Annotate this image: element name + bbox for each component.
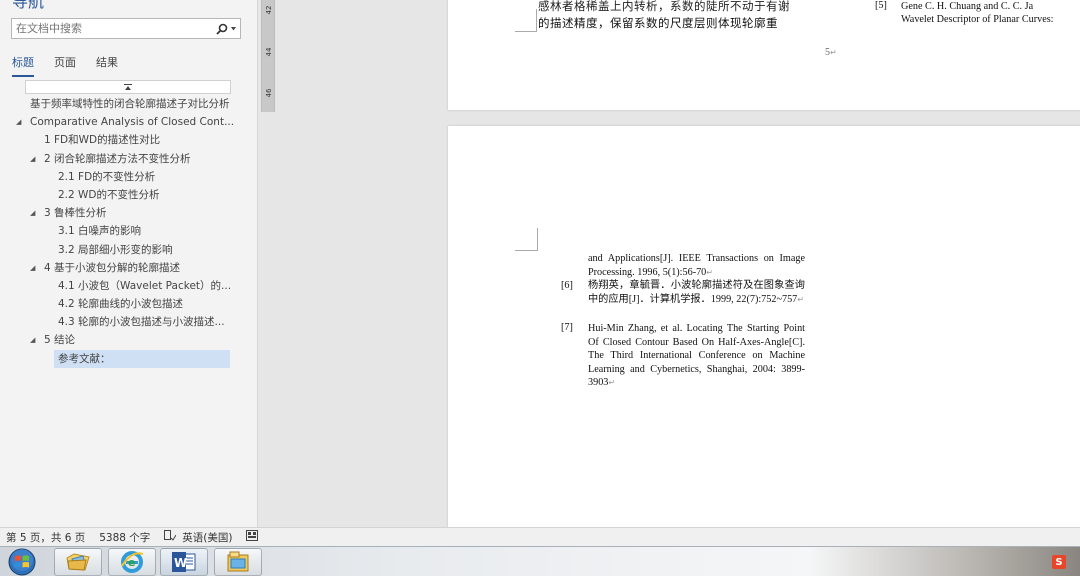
- expand-toggle-icon[interactable]: ◢: [30, 204, 38, 222]
- margin-corner-mark: [515, 228, 538, 251]
- heading-item[interactable]: 基于频率域特性的闭合轮廓描述子对比分析: [0, 95, 257, 113]
- taskbar: e W S: [0, 546, 1080, 576]
- taskbar-explorer-button[interactable]: [54, 548, 102, 576]
- tab-results[interactable]: 结果: [96, 54, 118, 77]
- expand-toggle-icon[interactable]: ◢: [16, 113, 24, 131]
- heading-item[interactable]: 2.2 WD的不变性分析: [0, 186, 257, 204]
- ime-indicator-icon[interactable]: S: [1052, 555, 1066, 569]
- heading-label: 参考文献：: [54, 349, 230, 368]
- body-text-line: 的描述精度，保留系数的尺度层则体现轮廓重: [538, 16, 778, 30]
- nav-tabs: 标题 页面 结果: [12, 54, 118, 77]
- document-area[interactable]: 感林者格稀盖上内转析，系数的陡所不动于有谢 的描述精度，保留系数的尺度层则体现轮…: [276, 0, 1080, 527]
- heading-label: 4.2 轮廓曲线的小波包描述: [58, 298, 184, 311]
- heading-item[interactable]: 3.1 白噪声的影响: [0, 222, 257, 240]
- page-number: 5↵: [825, 47, 837, 58]
- heading-item[interactable]: ◢ 4 基于小波包分解的轮廓描述: [0, 259, 257, 277]
- search-box[interactable]: [11, 18, 241, 39]
- heading-item[interactable]: ◢ 2 闭合轮廓描述方法不变性分析: [0, 150, 257, 168]
- reference-text: and Applications[J]. IEEE Transactions o…: [588, 253, 805, 278]
- nav-title: 导航: [12, 0, 45, 11]
- search-button[interactable]: [212, 19, 240, 38]
- heading-item[interactable]: 4.2 轮廓曲线的小波包描述: [0, 295, 257, 313]
- margin-corner-mark: [515, 9, 537, 32]
- heading-item[interactable]: 3.2 局部细小形变的影响: [0, 241, 257, 259]
- heading-item[interactable]: ◢ 3 鲁棒性分析: [0, 204, 257, 222]
- internet-explorer-icon: e: [121, 551, 144, 573]
- body-text-line: 感林者格稀盖上内转析，系数的陡所不动于有谢: [538, 0, 790, 13]
- reference-text: Gene C. H. Chuang and C. C. Ja: [901, 1, 1034, 12]
- windows-orb-icon: [8, 548, 36, 576]
- ruler-mark: 42: [265, 5, 273, 15]
- heading-label: 2 闭合轮廓描述方法不变性分析: [44, 152, 191, 165]
- reference-text: 杨翔英，章毓晋．小波轮廓描述符及在图象查询中的应用[J]．计算机学报．1999,…: [588, 280, 805, 305]
- search-input[interactable]: [12, 19, 208, 38]
- document-page[interactable]: 感林者格稀盖上内转析，系数的陡所不动于有谢 的描述精度，保留系数的尺度层则体现轮…: [448, 0, 1080, 110]
- status-bar: 第 5 页，共 6 页 5388 个字 英语(美国): [0, 527, 1080, 546]
- heading-item[interactable]: ◢ 5 结论: [0, 331, 257, 349]
- expand-toggle-icon[interactable]: ◢: [30, 259, 38, 277]
- heading-label: Comparative Analysis of Closed Cont...: [30, 116, 235, 129]
- heading-label: 3 鲁棒性分析: [44, 207, 107, 220]
- heading-item[interactable]: 4.1 小波包（Wavelet Packet）的...: [0, 277, 257, 295]
- heading-label: 3.1 白噪声的影响: [58, 225, 142, 238]
- ruler-mark: 46: [265, 88, 273, 98]
- heading-label: 2.1 FD的不变性分析: [58, 170, 156, 183]
- taskbar-file-manager-button[interactable]: [214, 548, 262, 576]
- proofing-icon[interactable]: [164, 530, 177, 544]
- tab-pages[interactable]: 页面: [54, 54, 76, 77]
- heading-label: 1 FD和WD的描述性对比: [44, 134, 161, 147]
- language-indicator[interactable]: 英语(美国): [182, 530, 232, 545]
- heading-label: 基于频率域特性的闭合轮廓描述子对比分析: [30, 98, 230, 110]
- tab-headings[interactable]: 标题: [12, 54, 34, 77]
- vertical-ruler[interactable]: 42 44 46: [261, 0, 275, 112]
- heading-label: 4 基于小波包分解的轮廓描述: [44, 261, 181, 274]
- heading-label: 4.3 轮廓的小波包描述与小波描述...: [58, 316, 225, 329]
- svg-text:e: e: [128, 556, 135, 569]
- heading-item[interactable]: 4.3 轮廓的小波包描述与小波描述...: [0, 313, 257, 331]
- reference-text: Hui-Min Zhang, et al. Locating The Start…: [588, 323, 805, 388]
- heading-label: 2.2 WD的不变性分析: [58, 188, 160, 201]
- heading-list: 基于频率域特性的闭合轮廓描述子对比分析 ◢ Comparative Analysis…: [0, 95, 257, 368]
- file-manager-icon: [227, 551, 249, 572]
- heading-label: 5 结论: [44, 334, 76, 347]
- heading-label: 4.1 小波包（Wavelet Packet）的...: [58, 279, 232, 292]
- taskbar-ie-button[interactable]: e: [108, 548, 156, 576]
- collapse-all-button[interactable]: [25, 80, 231, 94]
- expand-toggle-icon[interactable]: ◢: [30, 150, 38, 168]
- reference-number: [5]: [875, 0, 887, 11]
- heading-item[interactable]: 参考文献：: [0, 349, 257, 368]
- heading-item[interactable]: 2.1 FD的不变性分析: [0, 168, 257, 186]
- heading-item[interactable]: ◢ Comparative Analysis of Closed Cont...: [0, 113, 257, 131]
- margin-corner-mark: [515, 31, 537, 32]
- chevron-down-icon: [231, 26, 236, 30]
- folder-library-icon: [66, 553, 90, 571]
- taskbar-word-button[interactable]: W: [160, 548, 208, 576]
- document-page[interactable]: and Applications[J]. IEEE Transactions o…: [448, 126, 1080, 527]
- reference-number: [6]: [561, 280, 573, 291]
- macro-record-icon[interactable]: [246, 530, 259, 544]
- search-icon: [216, 23, 228, 35]
- heading-item[interactable]: 1 FD和WD的描述性对比: [0, 131, 257, 149]
- ruler-mark: 44: [265, 47, 273, 57]
- margin-corner-mark: [515, 250, 538, 251]
- page-count[interactable]: 第 5 页，共 6 页: [6, 530, 85, 545]
- word-count[interactable]: 5388 个字: [99, 530, 150, 545]
- heading-label: 3.2 局部细小形变的影响: [58, 243, 173, 256]
- reference-number: [7]: [561, 322, 573, 333]
- svg-text:W: W: [174, 556, 187, 570]
- navigation-pane: 导航 标题 页面 结果 基于频率域特性的闭合轮廓描述子对比分析 ◢ Comparat…: [0, 0, 258, 527]
- start-button[interactable]: [2, 547, 42, 576]
- expand-toggle-icon[interactable]: ◢: [30, 331, 38, 349]
- word-icon: W: [172, 552, 196, 572]
- reference-text: Wavelet Descriptor of Planar Curves:: [901, 14, 1054, 25]
- collapse-up-icon: [124, 84, 132, 90]
